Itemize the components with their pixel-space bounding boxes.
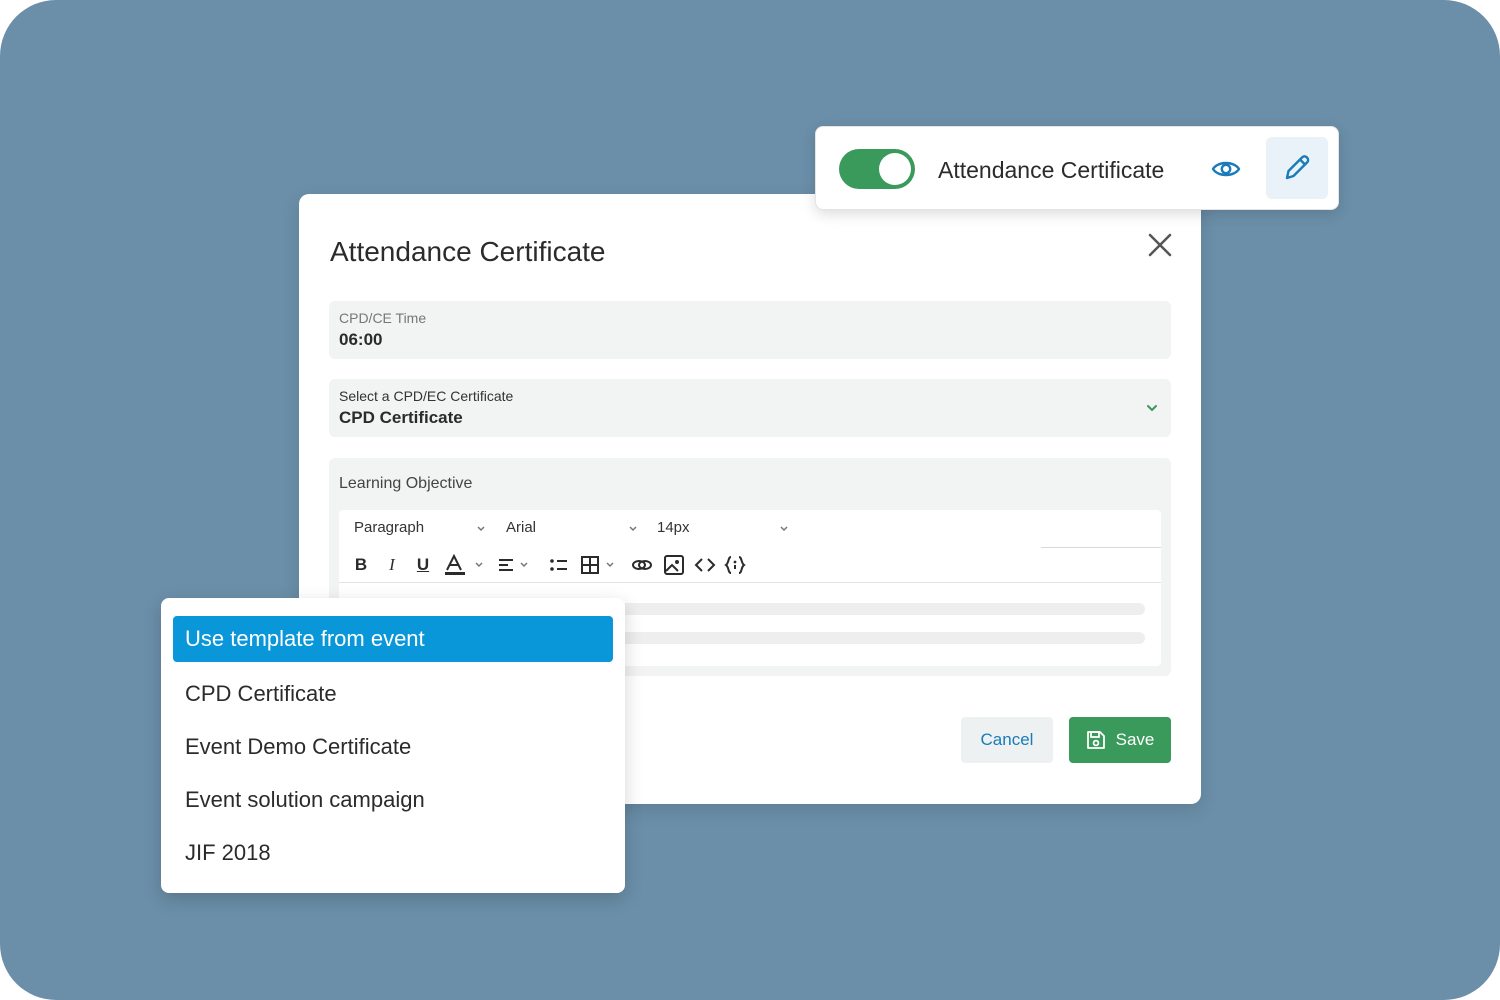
certificate-select-label: Select a CPD/EC Certificate <box>339 388 514 404</box>
block-format-select[interactable]: Paragraph <box>354 519 494 539</box>
cpd-time-value: 06:00 <box>339 330 383 349</box>
block-format-value: Paragraph <box>354 519 425 536</box>
save-button[interactable]: Save <box>1069 717 1171 763</box>
table-icon <box>581 556 614 574</box>
image-icon <box>664 555 684 575</box>
code-icon <box>694 558 716 572</box>
text-color-button[interactable] <box>443 554 489 576</box>
image-button[interactable] <box>663 554 685 576</box>
certificate-select[interactable]: Select a CPD/EC Certificate CPD Certific… <box>329 379 1171 437</box>
dropdown-option[interactable]: Event solution campaign <box>173 777 613 823</box>
chevron-down-icon <box>629 526 637 532</box>
cancel-button[interactable]: Cancel <box>961 717 1053 763</box>
underline-button[interactable]: U <box>415 554 431 576</box>
font-size-value: 14px <box>657 519 690 536</box>
align-button[interactable] <box>497 554 533 576</box>
link-button[interactable] <box>631 554 653 576</box>
bold-button[interactable]: B <box>353 554 369 576</box>
content-placeholder-line <box>613 632 1145 644</box>
bullet-list-icon <box>550 559 567 571</box>
certificate-card: Attendance Certificate <box>815 126 1339 210</box>
dropdown-option[interactable]: JIF 2018 <box>173 830 613 876</box>
certificate-toggle[interactable] <box>839 149 915 189</box>
cpd-time-label: CPD/CE Time <box>339 310 427 326</box>
card-title: Attendance Certificate <box>938 157 1165 183</box>
close-icon[interactable] <box>1145 230 1175 260</box>
certificate-template-dropdown: Use template from event CPD Certificate … <box>161 598 625 893</box>
floppy-disk-icon <box>1086 731 1105 749</box>
italic-button[interactable]: I <box>384 554 400 576</box>
save-label: Save <box>1115 730 1155 749</box>
pencil-icon <box>1285 155 1310 180</box>
dropdown-option[interactable]: Use template from event <box>173 616 613 662</box>
table-button[interactable] <box>580 554 620 576</box>
toggle-knob <box>879 153 911 185</box>
code-button[interactable] <box>694 554 716 576</box>
edit-button[interactable] <box>1266 137 1328 199</box>
dropdown-option[interactable]: CPD Certificate <box>173 671 613 717</box>
link-icon <box>632 560 652 570</box>
font-size-select[interactable]: 14px <box>657 519 797 539</box>
editor-toolbar-actions: B I U <box>339 550 1161 583</box>
chevron-down-icon <box>780 526 788 532</box>
bullet-list-button[interactable] <box>549 554 569 576</box>
content-placeholder-line <box>613 603 1145 615</box>
variable-icon <box>724 556 746 574</box>
align-left-icon <box>499 559 528 571</box>
editor-toolbar-formats: Paragraph Arial 14px <box>339 510 1161 548</box>
dropdown-option[interactable]: Event Demo Certificate <box>173 724 613 770</box>
font-family-select[interactable]: Arial <box>506 519 646 539</box>
preview-button[interactable] <box>1211 154 1241 184</box>
variable-button[interactable] <box>724 554 746 576</box>
text-color-icon <box>445 554 483 575</box>
cpd-time-field[interactable]: CPD/CE Time 06:00 <box>329 301 1171 359</box>
font-family-value: Arial <box>506 519 537 536</box>
chevron-down-icon <box>1147 405 1157 411</box>
toolbar-divider <box>1041 547 1161 548</box>
eye-icon <box>1211 161 1241 177</box>
learning-objective-label: Learning Objective <box>339 475 473 492</box>
certificate-select-value: CPD Certificate <box>339 408 463 427</box>
chevron-down-icon <box>477 526 485 532</box>
dialog-title: Attendance Certificate <box>330 236 606 267</box>
